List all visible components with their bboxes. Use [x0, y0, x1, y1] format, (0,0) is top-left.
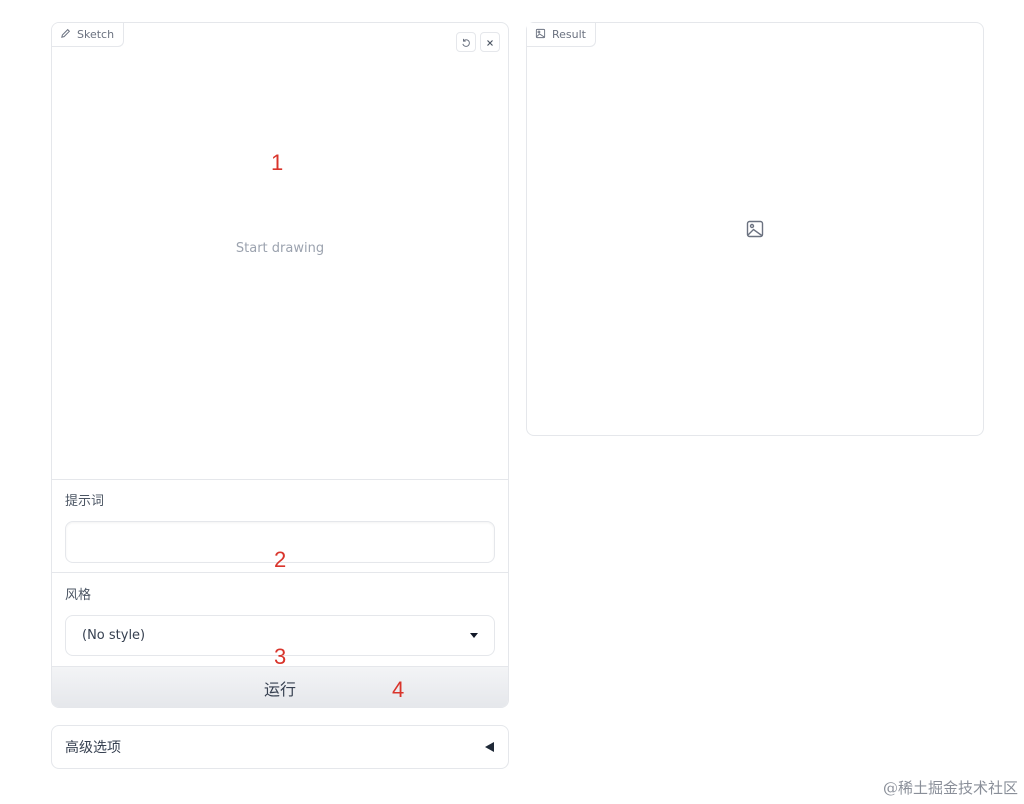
sketch-canvas[interactable]: Sketch 1 Start drawing — [52, 23, 508, 480]
sketch-label-text: Sketch — [77, 28, 115, 41]
prompt-label: 提示词 — [65, 494, 105, 509]
annotation-4: 4 — [392, 677, 405, 702]
collapse-arrow-icon — [485, 742, 494, 752]
start-drawing-placeholder: Start drawing — [235, 241, 325, 256]
clear-button[interactable] — [480, 32, 500, 52]
sketch-toolbar — [456, 32, 500, 52]
result-panel: Result — [526, 22, 984, 436]
annotation-3: 3 — [274, 644, 287, 669]
prompt-section: 提示词 2 — [52, 480, 508, 573]
sketch-label: Sketch — [52, 23, 125, 47]
undo-button[interactable] — [456, 32, 476, 52]
annotation-2: 2 — [274, 547, 287, 572]
result-label-text: Result — [552, 28, 586, 41]
watermark-text: @稀土掘金技术社区 — [882, 779, 1018, 797]
result-label: Result — [527, 23, 596, 47]
page: Sketch 1 Start drawing 提示词 2 风格 (No styl… — [0, 0, 1024, 804]
close-icon — [485, 33, 495, 52]
style-label: 风格 — [65, 588, 92, 603]
run-button[interactable]: 运行 — [52, 666, 508, 707]
style-section: 风格 (No style) 3 — [52, 574, 508, 669]
input-panel: Sketch 1 Start drawing 提示词 2 风格 (No styl… — [51, 22, 509, 708]
advanced-options-accordion[interactable]: 高级选项 — [51, 725, 509, 769]
image-icon — [535, 28, 546, 42]
chevron-down-icon — [470, 633, 478, 638]
style-selected-value: (No style) — [82, 628, 146, 643]
pencil-icon — [60, 28, 71, 42]
undo-icon — [461, 33, 471, 52]
annotation-1: 1 — [271, 150, 284, 175]
advanced-options-label: 高级选项 — [65, 740, 121, 756]
image-placeholder-icon — [746, 220, 764, 238]
